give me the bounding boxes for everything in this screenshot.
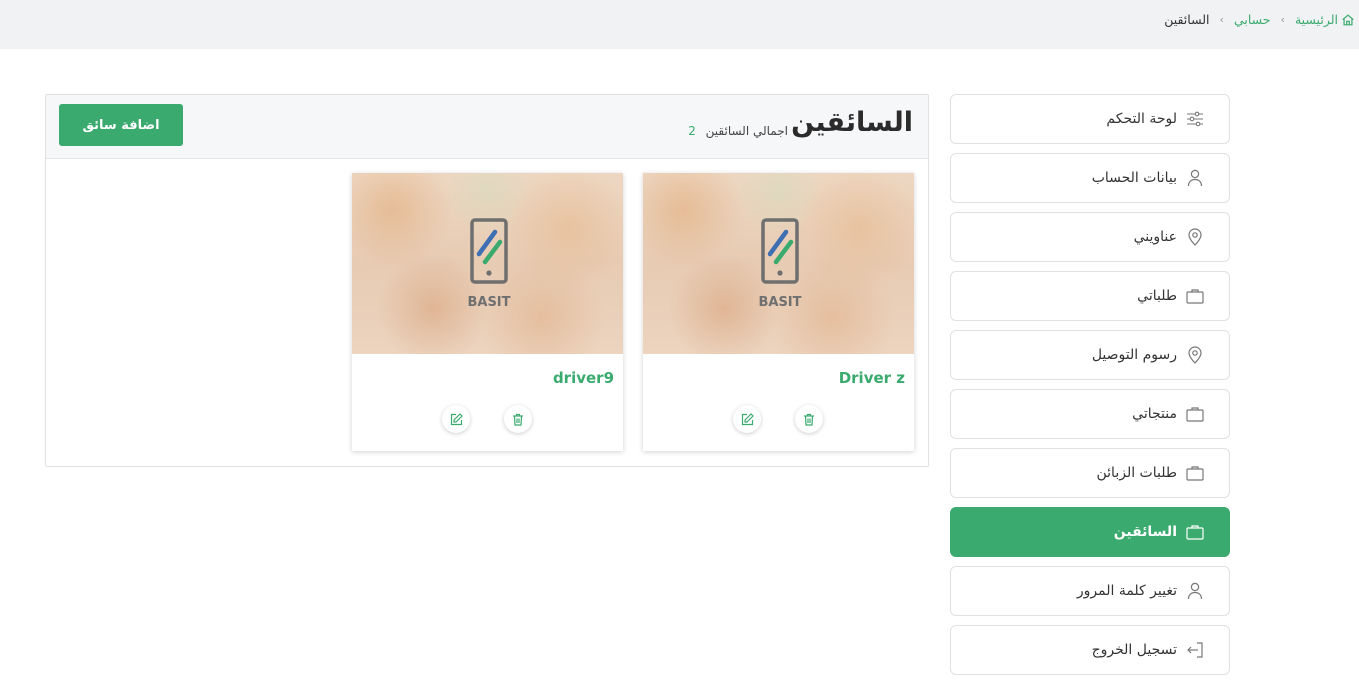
sidebar-item-label: منتجاتي [1132,406,1177,422]
driver-card: BASIT Driver z [643,173,914,451]
bag-icon [1185,404,1205,424]
driver-image: BASIT [643,173,914,354]
breadcrumb-current: السائقين [1164,12,1210,27]
drivers-total: اجمالي السائقين 2 [688,124,788,138]
sidebar-item-addresses[interactable]: عناويني [950,212,1230,262]
delete-driver-button[interactable] [504,405,532,433]
driver-name: Driver z [838,369,905,387]
sidebar-item-label: لوحة التحكم [1106,111,1177,127]
drivers-panel: السائقين اجمالي السائقين 2 اضافة سائق BA… [45,94,929,467]
sidebar-item-my-products[interactable]: منتجاتي [950,389,1230,439]
sidebar-item-label: طلباتي [1137,288,1177,304]
trash-icon [513,413,523,426]
breadcrumb: الرئيسية › حسابي › السائقين [1164,12,1355,27]
sidebar-item-label: رسوم التوصيل [1091,347,1177,363]
sidebar-item-account-info[interactable]: بيانات الحساب [950,153,1230,203]
trash-icon [804,413,814,426]
page-title: السائقين [791,107,913,138]
bag-icon [1185,522,1205,542]
svg-text:BASIT: BASIT [467,295,510,310]
top-bar: الرئيسية › حسابي › السائقين [0,0,1359,49]
sidebar-item-drivers[interactable]: السائقين [950,507,1230,557]
add-driver-button[interactable]: اضافة سائق [59,104,183,146]
sidebar-item-my-orders[interactable]: طلباتي [950,271,1230,321]
sidebar-item-label: عناويني [1133,229,1177,245]
driver-image: BASIT [352,173,623,354]
drivers-total-count: 2 [688,124,696,138]
user-icon [1185,168,1205,188]
sidebar-item-dashboard[interactable]: لوحة التحكم [950,94,1230,144]
sidebar-item-change-password[interactable]: تغيير كلمة المرور [950,566,1230,616]
drivers-total-label: اجمالي السائقين [705,124,788,138]
sidebar-item-customer-orders[interactable]: طلبات الزبائن [950,448,1230,498]
edit-driver-button[interactable] [733,405,761,433]
breadcrumb-home-link[interactable]: الرئيسية [1295,12,1338,27]
driver-card: BASIT driver9 [352,173,623,451]
edit-driver-button[interactable] [442,405,470,433]
sidebar-item-delivery-fees[interactable]: رسوم التوصيل [950,330,1230,380]
logout-icon [1185,640,1205,660]
sidebar-item-label: تسجيل الخروج [1091,642,1177,658]
breadcrumb-separator: › [1219,13,1224,26]
delete-driver-button[interactable] [795,405,823,433]
driver-name: driver9 [552,369,614,387]
user-icon [1185,581,1205,601]
sliders-icon [1185,109,1205,129]
account-sidebar: لوحة التحكم بيانات الحساب عناويني طلباتي… [950,94,1230,684]
basit-logo: BASIT [758,218,801,310]
basit-logo: BASIT [467,218,510,310]
sidebar-item-label: بيانات الحساب [1091,170,1177,186]
drivers-panel-header: السائقين اجمالي السائقين 2 اضافة سائق [46,95,928,159]
sidebar-item-logout[interactable]: تسجيل الخروج [950,625,1230,675]
breadcrumb-account-link[interactable]: حسابي [1234,12,1271,27]
bag-icon [1185,463,1205,483]
map-pin-icon [1185,345,1205,365]
home-icon [1342,13,1354,25]
sidebar-item-label: طلبات الزبائن [1096,465,1178,481]
edit-icon [450,412,463,425]
bag-icon [1185,286,1205,306]
map-pin-icon [1185,227,1205,247]
sidebar-item-label: تغيير كلمة المرور [1076,583,1177,599]
breadcrumb-separator: › [1280,13,1285,26]
sidebar-item-label: السائقين [1113,524,1177,540]
edit-icon [741,412,754,425]
svg-text:BASIT: BASIT [758,295,801,310]
